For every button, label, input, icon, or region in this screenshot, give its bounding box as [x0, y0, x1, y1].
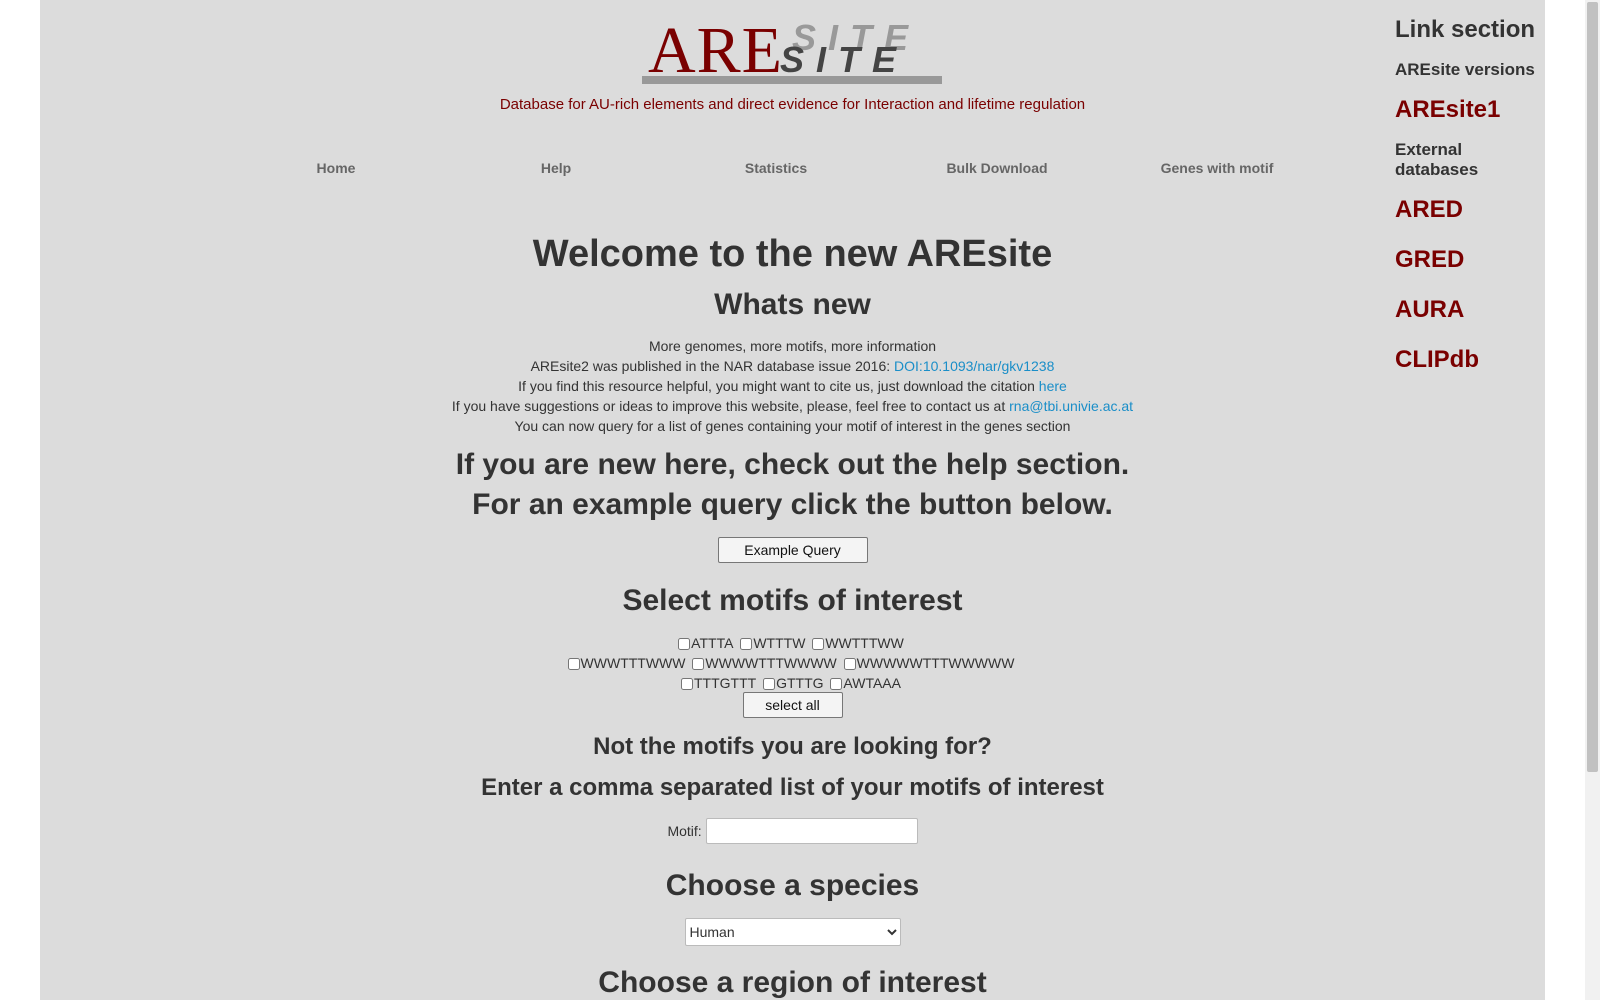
logo-site-text: SITE — [780, 39, 909, 80]
motif-checkbox-awtaaa[interactable] — [830, 678, 843, 690]
motifs-title: Select motifs of interest — [622, 584, 963, 617]
motif-checkbox-wtttw[interactable] — [740, 638, 753, 650]
example-hint: For an example query click the button be… — [472, 488, 1113, 521]
select-all-wrap: select all — [40, 692, 1545, 718]
motif-input-row: Motif: — [40, 818, 1545, 844]
main-content: ARE SITE SITE Database for AU-rich eleme… — [40, 0, 1545, 1000]
motif-checkbox-wwwwwtttwwwww[interactable] — [843, 658, 856, 670]
motif-label: GTTTG — [776, 675, 824, 691]
nav-help[interactable]: Help — [541, 160, 571, 176]
motif-checkbox-attta[interactable] — [678, 638, 691, 650]
motif-label: TTTGTTT — [694, 675, 757, 691]
motif-field-label: Motif: — [667, 823, 702, 839]
sidebar-link-aresite1[interactable]: AREsite1 — [1395, 96, 1500, 124]
aresite-logo[interactable]: ARE SITE SITE — [642, 12, 942, 87]
motif-label: WWWWWTTTWWWWW — [856, 655, 1015, 671]
sidebar-link-ared[interactable]: ARED — [1395, 196, 1463, 224]
news-line-genes-section: You can now query for a list of genes co… — [514, 418, 1071, 434]
select-all-button[interactable]: select all — [742, 692, 843, 718]
sidebar-title: Link section — [1395, 16, 1536, 43]
nav-statistics[interactable]: Statistics — [745, 160, 807, 176]
citation-link[interactable]: here — [1039, 378, 1067, 394]
region-section: Choose a region of interest — [40, 966, 1545, 1000]
sidebar-external-heading: External databases — [1395, 140, 1479, 179]
site-tagline: Database for AU-rich elements and direct… — [499, 96, 1086, 113]
region-title: Choose a region of interest — [598, 966, 987, 999]
scrollbar-thumb[interactable] — [1587, 2, 1598, 772]
species-title: Choose a species — [665, 869, 920, 902]
species-section: Choose a species — [40, 869, 1545, 903]
sidebar-link-gred[interactable]: GRED — [1395, 246, 1464, 274]
motif-label: AWTAAA — [843, 675, 901, 691]
not-motifs-section: Not the motifs you are looking for? — [40, 733, 1545, 761]
motif-label: WWTTTWW — [825, 635, 904, 651]
sidebar-versions-heading: AREsite versions — [1395, 60, 1535, 79]
motif-checkbox-wwwtttwww[interactable] — [567, 658, 580, 670]
example-query-button[interactable]: Example Query — [717, 537, 868, 563]
enter-motifs-title: Enter a comma separated list of your mot… — [481, 774, 1104, 801]
enter-motifs-section: Enter a comma separated list of your mot… — [40, 774, 1545, 802]
page-container: ARE SITE SITE Database for AU-rich eleme… — [40, 0, 1545, 1000]
news-line-genomes: More genomes, more motifs, more informat… — [648, 338, 937, 354]
motif-checkbox-wwtttww[interactable] — [812, 638, 825, 650]
motif-checkbox-wwwwtttwwww[interactable] — [692, 658, 705, 670]
motif-row-2: WWWTTTWWW WWWWTTTWWWW WWWWWTTTWWWWW — [40, 653, 1545, 673]
logo-underline-bar — [642, 76, 942, 84]
whats-new-section: Whats new — [40, 288, 1545, 322]
example-button-wrap: Example Query — [40, 537, 1545, 563]
welcome-section: Welcome to the new AREsite — [40, 233, 1545, 276]
motif-label: ATTTA — [691, 635, 734, 651]
news-line-publication: AREsite2 was published in the NAR databa… — [530, 358, 1055, 374]
whats-new-title: Whats new — [714, 288, 871, 321]
doi-link[interactable]: DOI:10.1093/nar/gkv1238 — [894, 358, 1054, 374]
motif-input[interactable] — [705, 818, 918, 844]
contact-email-link[interactable]: rna@tbi.univie.ac.at — [1009, 398, 1133, 414]
motif-label: WWWTTTWWW — [580, 655, 686, 671]
nav-bulk-download[interactable]: Bulk Download — [946, 160, 1047, 176]
species-select[interactable]: Human — [684, 918, 901, 946]
motifs-section: Select motifs of interest — [40, 584, 1545, 618]
sidebar-link-aura[interactable]: AURA — [1395, 296, 1464, 324]
motif-row-1: ATTTA WTTTW WWTTTWW — [40, 633, 1545, 653]
news-list: More genomes, more motifs, more informat… — [40, 336, 1545, 436]
news-line-contact: If you have suggestions or ideas to impr… — [451, 398, 1134, 414]
motif-row-3: TTTGTTT GTTTG AWTAAA — [40, 673, 1545, 693]
nav-genes-with-motif[interactable]: Genes with motif — [1161, 160, 1274, 176]
motif-label: WWWWTTTWWWW — [705, 655, 837, 671]
help-hint: If you are new here, check out the help … — [455, 448, 1130, 481]
not-motifs-title: Not the motifs you are looking for? — [593, 733, 992, 760]
motif-label: WTTTW — [753, 635, 806, 651]
nav-home[interactable]: Home — [317, 160, 356, 176]
motif-checkbox-tttgttt[interactable] — [681, 678, 693, 690]
welcome-title: Welcome to the new AREsite — [532, 233, 1053, 275]
sidebar-link-clipdb[interactable]: CLIPdb — [1395, 346, 1479, 374]
page-scrollbar[interactable] — [1585, 0, 1600, 1000]
logo-are-text: ARE — [648, 14, 783, 87]
species-select-wrap: Human — [40, 918, 1545, 946]
motif-checkbox-gtttg[interactable] — [763, 678, 776, 690]
main-nav: Home Help Statistics Bulk Download Genes… — [40, 160, 1545, 180]
news-line-citation: If you find this resource helpful, you m… — [518, 378, 1067, 394]
